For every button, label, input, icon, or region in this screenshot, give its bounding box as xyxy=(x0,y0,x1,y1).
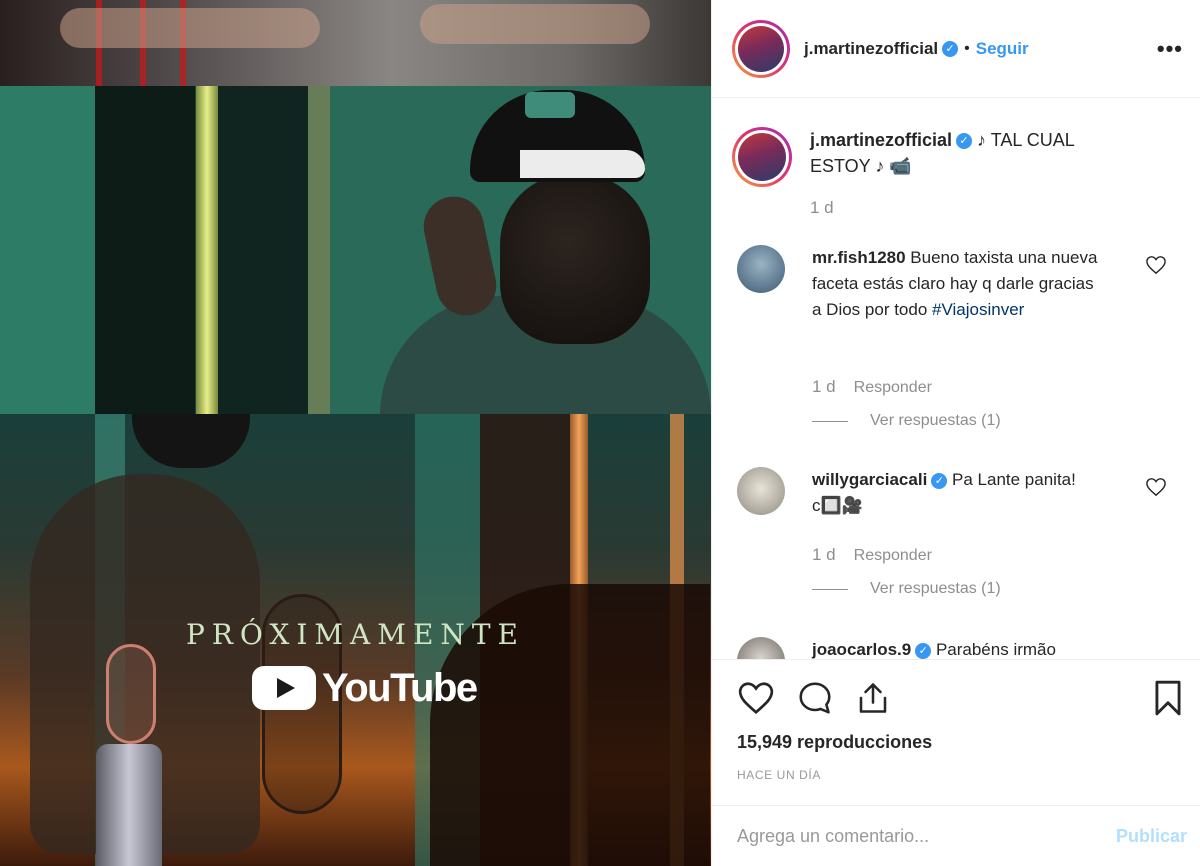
avatar-image xyxy=(738,25,784,72)
commenter-username[interactable]: mr.fish1280 xyxy=(812,248,906,267)
post-side-panel: j.martinezofficial ✓ • Seguir ••• j.mart… xyxy=(711,0,1200,866)
commenter-avatar[interactable] xyxy=(737,637,785,659)
post-comment-button[interactable]: Publicar xyxy=(1116,826,1187,847)
comment-body: Parabéns irmão xyxy=(931,640,1056,659)
author-avatar[interactable] xyxy=(732,19,790,78)
youtube-logo: YouTube xyxy=(252,664,478,712)
youtube-wordmark: YouTube xyxy=(322,665,478,710)
more-options-icon[interactable]: ••• xyxy=(1157,36,1183,62)
commenter-avatar[interactable] xyxy=(737,245,785,293)
author-avatar[interactable] xyxy=(732,127,792,187)
commenter-avatar[interactable] xyxy=(737,467,785,515)
wall-panel xyxy=(0,86,95,414)
verified-badge-icon: ✓ xyxy=(942,40,959,57)
comment-text: mr.fish1280 Bueno taxista una nueva face… xyxy=(812,245,1102,323)
avatar-image xyxy=(738,133,786,181)
wall-panel xyxy=(218,86,308,414)
post-actions: 15,949 reproducciones HACE UN DÍA Public… xyxy=(712,659,1200,866)
share-icon[interactable] xyxy=(855,680,891,716)
comment-bubble-icon[interactable] xyxy=(796,680,834,716)
replies-divider xyxy=(812,420,848,422)
verified-badge-icon: ✓ xyxy=(915,642,932,659)
wall-panel xyxy=(95,86,195,414)
comment-text: willygarciacali ✓ Pa Lante panita! c🔲🎥 xyxy=(812,467,1102,519)
verified-badge-icon: ✓ xyxy=(931,472,948,489)
play-icon xyxy=(252,666,316,710)
reply-button[interactable]: Responder xyxy=(854,547,932,564)
comment-meta: 1 d Responder xyxy=(812,545,932,565)
view-replies-button[interactable]: Ver respuestas (1) xyxy=(812,412,1001,430)
commenter-username[interactable]: joaocarlos.9 xyxy=(812,640,911,659)
post-caption: j.martinezofficial ✓ ♪ TAL CUAL ESTOY ♪ 📹… xyxy=(732,127,1120,221)
separator-dot: • xyxy=(964,39,970,57)
arm-shape xyxy=(420,4,650,44)
add-comment-bar: Publicar xyxy=(712,805,1200,866)
cap-brim xyxy=(520,150,645,178)
comment-meta: 1 d Responder xyxy=(812,377,932,397)
view-replies-button[interactable]: Ver respuestas (1) xyxy=(812,580,1001,598)
bookmark-icon[interactable] xyxy=(1152,679,1184,717)
view-replies-label: Ver respuestas (1) xyxy=(870,412,1001,429)
caption-text: j.martinezofficial ✓ ♪ TAL CUAL ESTOY ♪ 📹… xyxy=(810,127,1120,221)
light-strip xyxy=(196,86,218,414)
microphone-body xyxy=(96,744,162,866)
view-replies-label: Ver respuestas (1) xyxy=(870,580,1001,597)
overlay-title: PRÓXIMAMENTE xyxy=(186,618,525,651)
verified-badge-icon: ✓ xyxy=(956,133,973,150)
follow-button[interactable]: Seguir xyxy=(976,39,1029,59)
view-count[interactable]: 15,949 reproducciones xyxy=(737,732,932,753)
author-username[interactable]: j.martinezofficial xyxy=(804,39,938,59)
post-header: j.martinezofficial ✓ • Seguir ••• xyxy=(712,0,1200,98)
commenter-username[interactable]: willygarciacali xyxy=(812,470,927,489)
comment-time[interactable]: 1 d xyxy=(812,377,836,396)
video-frame-middle xyxy=(0,86,711,414)
singer-head xyxy=(500,174,650,344)
like-heart-icon[interactable] xyxy=(737,680,775,716)
light-strip xyxy=(308,86,330,414)
comment-input[interactable] xyxy=(737,826,1067,847)
arm-shape xyxy=(60,8,320,48)
post-timestamp[interactable]: HACE UN DÍA xyxy=(737,768,821,782)
replies-divider xyxy=(812,588,848,590)
microphone-head xyxy=(106,644,156,744)
cap-logo xyxy=(525,92,575,118)
caption-time[interactable]: 1 d xyxy=(810,195,1120,221)
reply-button[interactable]: Responder xyxy=(854,379,932,396)
like-comment-heart-icon[interactable] xyxy=(1145,477,1167,497)
comments-list[interactable]: j.martinezofficial ✓ ♪ TAL CUAL ESTOY ♪ 📹… xyxy=(712,99,1200,659)
like-comment-heart-icon[interactable] xyxy=(1145,255,1167,275)
comment-time[interactable]: 1 d xyxy=(812,545,836,564)
video-frame-top xyxy=(0,0,711,86)
caption-username[interactable]: j.martinezofficial xyxy=(810,130,952,150)
comment-text: joaocarlos.9 ✓ Parabéns irmão xyxy=(812,637,1102,659)
hashtag-link[interactable]: #Viajosinver xyxy=(932,300,1024,319)
cap xyxy=(132,414,250,468)
post-media[interactable]: PRÓXIMAMENTE YouTube xyxy=(0,0,711,866)
